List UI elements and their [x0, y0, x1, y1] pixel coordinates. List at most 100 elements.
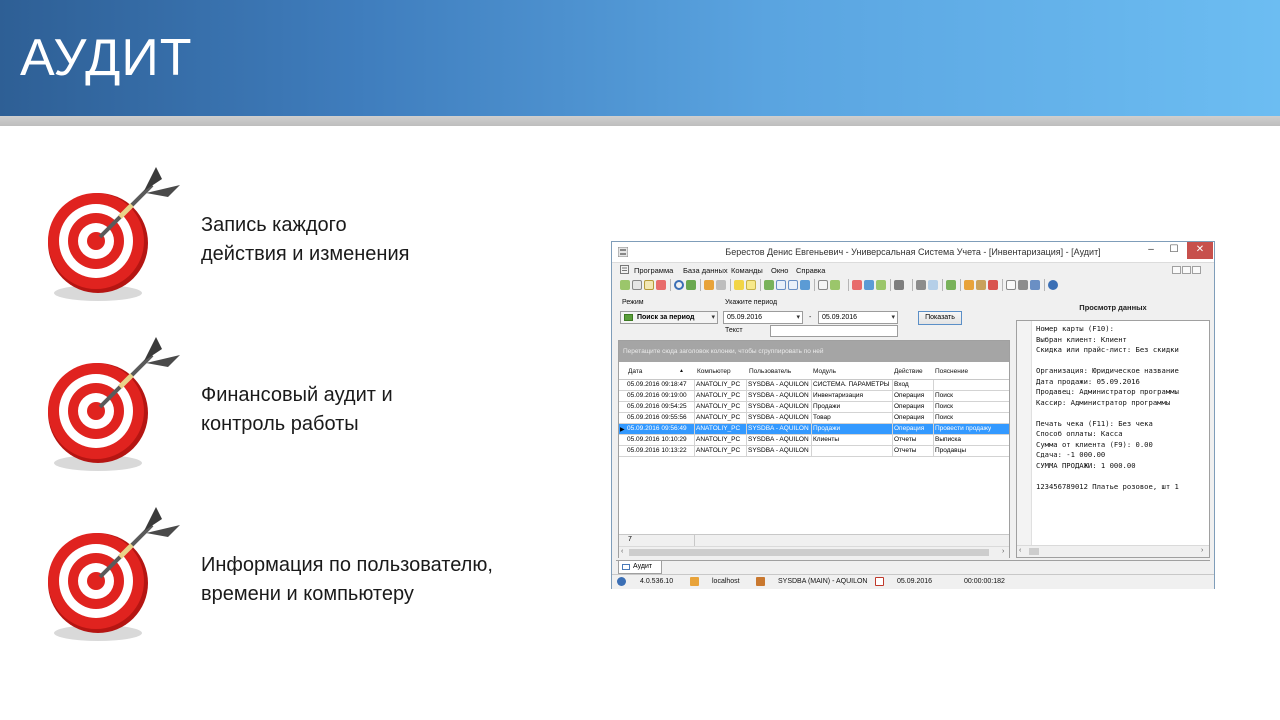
- scroll-left-icon[interactable]: ‹: [1019, 547, 1021, 554]
- text-search-input[interactable]: [770, 325, 898, 337]
- mdi-close-button[interactable]: [1192, 266, 1201, 274]
- users-icon[interactable]: [894, 280, 904, 290]
- toolbar-separator: [960, 279, 961, 291]
- preview-horizontal-scrollbar[interactable]: ‹ ›: [1017, 545, 1209, 557]
- cell-user: SYSDBA - AQUILON: [748, 436, 809, 443]
- menu-bar: Программа База данных Команды Окно Справ…: [612, 263, 1214, 277]
- refresh-icon[interactable]: [620, 280, 630, 290]
- preview-line: Сдача: -1 000.00: [1036, 450, 1106, 459]
- calendar-icon[interactable]: [1006, 280, 1016, 290]
- show-button[interactable]: Показать: [918, 311, 962, 325]
- date-range-dash: -: [809, 314, 812, 321]
- info-icon[interactable]: [1048, 280, 1058, 290]
- column-divider: [933, 380, 934, 457]
- export-icon[interactable]: [764, 280, 774, 290]
- scroll-thumb[interactable]: [1029, 548, 1039, 555]
- search-icon[interactable]: [674, 280, 684, 290]
- new-window-icon[interactable]: [852, 280, 862, 290]
- bullet-text: Финансовый аудит и контроль работы: [201, 381, 393, 439]
- table-row[interactable]: 05.09.2016 09:55:56 ANATOLIY_PC SYSDBA -…: [619, 413, 1009, 424]
- pen-icon[interactable]: [928, 280, 938, 290]
- note-icon[interactable]: [746, 280, 756, 290]
- recycle-icon[interactable]: [686, 280, 696, 290]
- column-header-note[interactable]: Пояснение: [935, 368, 968, 375]
- table-row[interactable]: 05.09.2016 10:13:22 ANATOLIY_PC SYSDBA -…: [619, 446, 1009, 457]
- table-row[interactable]: 05.09.2016 09:19:00 ANATOLIY_PC SYSDBA -…: [619, 391, 1009, 402]
- slide-title: АУДИТ: [20, 29, 193, 87]
- chevron-down-icon: ▾: [796, 314, 800, 321]
- scroll-left-icon[interactable]: ‹: [621, 548, 623, 555]
- horizontal-scrollbar[interactable]: ‹ ›: [619, 546, 1009, 558]
- scroll-right-icon[interactable]: ›: [1201, 547, 1203, 554]
- filter-icon[interactable]: [704, 280, 714, 290]
- window-icon: [622, 564, 630, 570]
- target-icon: [48, 167, 180, 301]
- star-icon[interactable]: [734, 280, 744, 290]
- chevron-down-icon: ▾: [891, 314, 895, 321]
- group-by-panel[interactable]: Перетащите сюда заголовок колонки, чтобы…: [619, 341, 1009, 362]
- database-icon: [690, 577, 699, 586]
- minimize-button[interactable]: –: [1140, 242, 1162, 259]
- table-row-selected[interactable]: ▶ 05.09.2016 09:56:49 ANATOLIY_PC SYSDBA…: [619, 424, 1009, 435]
- status-bar: 4.0.536.10 localhost SYSDBA (MAIN) - AQU…: [612, 574, 1214, 589]
- table-row[interactable]: 05.09.2016 09:54:25 ANATOLIY_PC SYSDBA -…: [619, 402, 1009, 413]
- cell-date: 05.09.2016 09:54:25: [627, 403, 687, 410]
- footer-divider: [694, 535, 695, 546]
- picture-icon[interactable]: [946, 280, 956, 290]
- collapse-icon[interactable]: [788, 280, 798, 290]
- copy-icon[interactable]: [818, 280, 828, 290]
- cell-module: Клиенты: [813, 436, 840, 443]
- column-header-module[interactable]: Модуль: [813, 368, 836, 375]
- tools-icon[interactable]: [916, 280, 926, 290]
- menu-program[interactable]: Программа: [634, 266, 673, 275]
- column-header-computer[interactable]: Компьютер: [697, 368, 731, 375]
- lock-icon[interactable]: [964, 280, 974, 290]
- delete-icon[interactable]: [656, 280, 666, 290]
- mode-select[interactable]: Поиск за период ▾: [620, 311, 718, 324]
- clear-filter-icon[interactable]: [716, 280, 726, 290]
- cell-note: Поиск: [935, 392, 954, 399]
- column-divider: [746, 380, 747, 457]
- column-header-action[interactable]: Действие: [894, 368, 923, 375]
- status-server: localhost: [712, 578, 740, 585]
- preview-line: Организация: Юридическое название: [1036, 366, 1179, 375]
- column-header-date[interactable]: Дата: [628, 368, 642, 375]
- bullet-line: Запись каждого: [201, 214, 347, 236]
- menu-help[interactable]: Справка: [796, 266, 825, 275]
- menu-commands[interactable]: Команды: [731, 266, 763, 275]
- table-row[interactable]: 05.09.2016 10:10:29 ANATOLIY_PC SYSDBA -…: [619, 435, 1009, 446]
- tab-audit[interactable]: Аудит: [618, 561, 662, 574]
- mdi-minimize-button[interactable]: [1172, 266, 1181, 274]
- window-icon[interactable]: [864, 280, 874, 290]
- people-icon[interactable]: [976, 280, 986, 290]
- table-icon[interactable]: [830, 280, 840, 290]
- maximize-button[interactable]: ☐: [1163, 242, 1185, 259]
- text-label: Текст: [725, 327, 743, 334]
- share-icon[interactable]: [1030, 280, 1040, 290]
- period-label: Укажите период: [725, 299, 778, 306]
- print-icon[interactable]: [632, 280, 642, 290]
- date-to-field[interactable]: 05.09.2016 ▾: [818, 311, 898, 324]
- row-count: 7: [628, 536, 632, 543]
- edit-icon[interactable]: [644, 280, 654, 290]
- mdi-restore-button[interactable]: [1182, 266, 1191, 274]
- column-header-user[interactable]: Пользователь: [749, 368, 791, 375]
- scroll-right-icon[interactable]: ›: [1002, 548, 1004, 555]
- expand-icon[interactable]: [776, 280, 786, 290]
- scroll-thumb[interactable]: [629, 549, 989, 556]
- date-from-field[interactable]: 05.09.2016 ▾: [723, 311, 803, 324]
- table-row[interactable]: 05.09.2016 09:18:47 ANATOLIY_PC SYSDBA -…: [619, 380, 1009, 391]
- settings-icon[interactable]: [876, 280, 886, 290]
- cell-module: Товар: [813, 414, 831, 421]
- toolbar-separator: [670, 279, 671, 291]
- close-button[interactable]: ✕: [1187, 242, 1213, 259]
- exit-icon[interactable]: [988, 280, 998, 290]
- column-divider: [694, 380, 695, 457]
- menu-database[interactable]: База данных: [683, 266, 728, 275]
- print-preview-icon[interactable]: [1018, 280, 1028, 290]
- cell-date: 05.09.2016 10:13:22: [627, 447, 687, 454]
- preview-line: Продавец: Администратор программы: [1036, 387, 1179, 396]
- window-titlebar: Берестов Денис Евгеньевич - Универсальна…: [612, 242, 1214, 263]
- menu-window[interactable]: Окно: [771, 266, 788, 275]
- sort-icon[interactable]: [800, 280, 810, 290]
